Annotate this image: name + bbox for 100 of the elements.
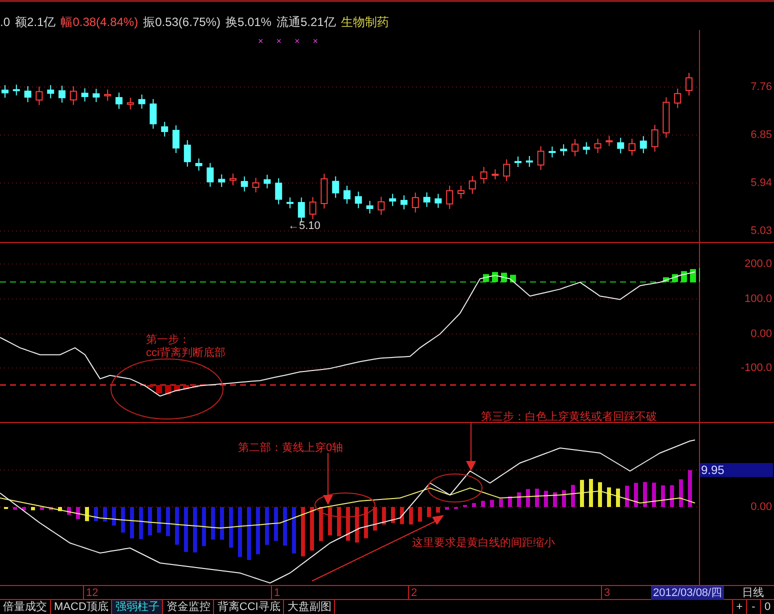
histogram-bar xyxy=(202,506,206,546)
histogram-bar xyxy=(382,506,386,524)
candlestick xyxy=(423,191,430,207)
axis-label: 6.85 xyxy=(750,128,772,140)
axis-label: 5.03 xyxy=(750,224,772,236)
histogram-bar xyxy=(544,490,548,506)
histogram-bar xyxy=(175,506,179,544)
histogram-bar xyxy=(634,482,638,506)
candlestick xyxy=(92,88,100,102)
candlestick xyxy=(195,157,202,171)
histogram-bar xyxy=(156,384,162,393)
histogram-bar xyxy=(661,484,665,506)
candlestick xyxy=(458,184,464,199)
histogram-bar xyxy=(418,506,422,522)
histogram-bar xyxy=(166,506,170,536)
candlestick xyxy=(116,92,122,109)
histogram-bar xyxy=(490,499,494,506)
indicator-tab[interactable]: 强弱柱子 xyxy=(112,600,164,614)
histogram-bar xyxy=(670,484,674,506)
axis-label: -100.0 xyxy=(740,362,772,374)
histogram-bar xyxy=(643,482,647,506)
candlestick xyxy=(446,184,454,209)
axis-label: 0.00 xyxy=(750,500,772,512)
candlestick xyxy=(366,200,374,214)
histogram-bar xyxy=(147,384,153,387)
signal-marker: × xyxy=(276,36,282,46)
histogram-bar xyxy=(337,506,341,536)
histogram-bar xyxy=(130,506,134,538)
axis-label: 0.00 xyxy=(750,328,772,340)
candlestick xyxy=(218,173,226,187)
candlestick xyxy=(2,84,8,98)
candlestick xyxy=(389,192,396,206)
candlestick xyxy=(161,120,168,137)
histogram-bar xyxy=(652,482,656,506)
histogram-bar xyxy=(292,506,296,553)
candlestick xyxy=(286,196,294,208)
histogram-bar xyxy=(580,479,584,506)
axis-label: 7.76 xyxy=(750,80,772,92)
date-axis-label: 12 xyxy=(83,586,98,600)
candlestick xyxy=(230,172,236,186)
candlestick xyxy=(240,176,248,192)
value-badge: 9.95 xyxy=(700,462,773,476)
candlestick xyxy=(12,84,20,96)
date-axis-label: 1 xyxy=(271,586,280,600)
histogram-bar xyxy=(625,485,629,506)
histogram-bar xyxy=(373,506,377,530)
indicator-tab[interactable]: 大盘副图 xyxy=(284,600,336,614)
histogram-bar xyxy=(517,492,521,506)
candlestick xyxy=(572,138,578,156)
histogram-bar xyxy=(481,500,485,506)
histogram-bar xyxy=(436,506,440,512)
annotation-title: 第一步： xyxy=(146,334,191,346)
histogram-bar xyxy=(681,270,687,282)
histogram-bar xyxy=(508,496,512,506)
annotation-text: 第二部：黄线上穿0轴 xyxy=(238,440,344,456)
histogram-bar xyxy=(22,506,26,510)
candlestick xyxy=(298,196,305,222)
histogram-bar xyxy=(94,506,98,521)
candlestick xyxy=(480,166,488,184)
candlestick xyxy=(36,86,43,106)
indicator-tab[interactable]: 背离CCI寻底 xyxy=(214,600,284,614)
axis-label: 200.0 xyxy=(744,258,772,270)
candlestick xyxy=(400,194,408,210)
zoom-button[interactable]: - xyxy=(746,600,760,614)
candlestick xyxy=(617,136,624,154)
histogram-bar xyxy=(346,506,350,540)
candlestick xyxy=(594,138,602,153)
candlestick xyxy=(651,124,658,152)
candlestick xyxy=(150,98,157,129)
histogram-bar xyxy=(310,506,314,550)
quote-field: 额2.1亿 xyxy=(15,16,56,29)
candlestick xyxy=(560,143,568,156)
candlestick xyxy=(537,145,544,170)
zoom-button[interactable]: + xyxy=(732,600,746,614)
candlestick xyxy=(104,88,112,101)
candlestick xyxy=(344,184,350,204)
histogram-bar xyxy=(427,506,431,517)
indicator-tab[interactable]: 资金监控 xyxy=(163,600,214,614)
candlestick xyxy=(434,192,442,208)
histogram-bar xyxy=(562,490,566,506)
histogram-bar xyxy=(256,506,260,554)
histogram-bar xyxy=(355,506,359,542)
histogram-bar xyxy=(76,506,80,519)
indicator-tab[interactable]: 倍量成交 xyxy=(0,600,51,614)
annotation-text: cci背离判断底部 xyxy=(146,346,226,360)
histogram-bar xyxy=(688,470,692,506)
histogram-bar xyxy=(85,506,89,521)
axis-label: 5.94 xyxy=(750,176,772,188)
histogram-bar xyxy=(139,506,143,539)
histogram-bar xyxy=(183,384,189,389)
candlestick xyxy=(526,155,533,167)
candlestick xyxy=(503,158,510,182)
signal-marker: × xyxy=(294,36,300,46)
zoom-button[interactable]: 0 xyxy=(760,600,774,614)
candlestick xyxy=(492,168,499,180)
period-label: 日线 xyxy=(742,586,764,600)
histogram-bar xyxy=(157,506,161,532)
histogram-bar xyxy=(535,488,539,506)
histogram-bar xyxy=(58,506,62,511)
histogram-bar xyxy=(492,272,498,282)
